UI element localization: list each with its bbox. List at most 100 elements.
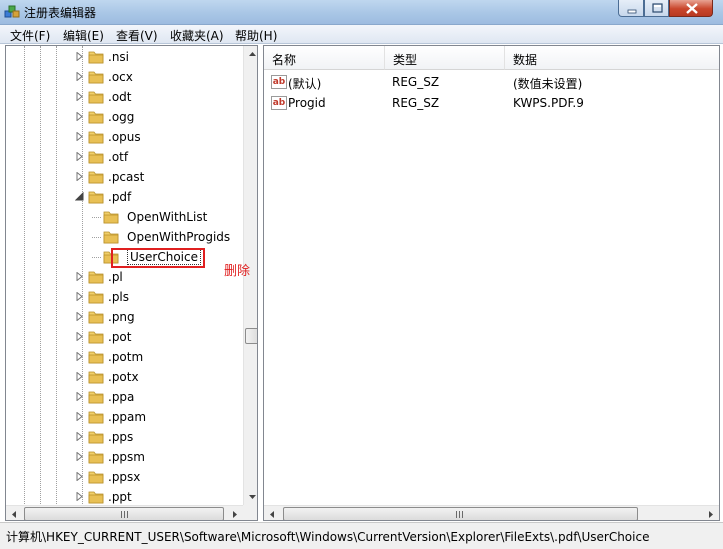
scroll-right-button[interactable] — [702, 506, 719, 520]
expand-arrow-icon[interactable] — [75, 52, 84, 61]
value-type: REG_SZ — [392, 75, 440, 89]
tree-hscroll-thumb[interactable] — [24, 507, 224, 520]
tree-item[interactable]: .opus — [6, 127, 244, 147]
expand-arrow-icon[interactable] — [75, 412, 84, 421]
tree-item[interactable]: .otf — [6, 147, 244, 167]
title-bar: 注册表编辑器 — [0, 0, 723, 25]
scroll-down-button[interactable] — [244, 488, 257, 505]
folder-icon — [88, 111, 104, 124]
status-bar: 计算机\HKEY_CURRENT_USER\Software\Microsoft… — [0, 522, 723, 549]
expand-arrow-icon[interactable] — [75, 432, 84, 441]
tree-scroll-thumb[interactable] — [245, 328, 257, 344]
menu-favorites[interactable]: 收藏夹(A) — [170, 27, 224, 44]
tree-item[interactable]: .ogg — [6, 107, 244, 127]
tree-item-label: .pl — [108, 270, 123, 284]
folder-icon — [88, 491, 104, 504]
tree-item-label: .otf — [108, 150, 129, 164]
tree-item-label: .ogg — [108, 110, 135, 124]
menu-help[interactable]: 帮助(H) — [235, 27, 277, 44]
tree-item[interactable]: OpenWithProgids — [6, 227, 244, 247]
tree-item[interactable]: OpenWithList — [6, 207, 244, 227]
expand-arrow-icon[interactable] — [75, 92, 84, 101]
menu-file[interactable]: 文件(F) — [10, 27, 50, 44]
tree-item[interactable]: .pps — [6, 427, 244, 447]
string-value-icon: ab — [271, 96, 287, 110]
tree-horizontal-scrollbar[interactable] — [6, 505, 243, 520]
expand-arrow-icon[interactable] — [75, 372, 84, 381]
registry-editor-app-icon — [4, 5, 20, 18]
scroll-left-button[interactable] — [264, 506, 281, 520]
expand-arrow-icon[interactable] — [75, 312, 84, 321]
expand-arrow-icon[interactable] — [75, 392, 84, 401]
values-horizontal-scrollbar[interactable] — [264, 505, 719, 520]
expand-arrow-icon[interactable] — [75, 332, 84, 341]
expand-arrow-icon[interactable] — [75, 72, 84, 81]
maximize-button[interactable] — [644, 0, 669, 17]
values-hscroll-thumb[interactable] — [283, 507, 638, 520]
menu-edit[interactable]: 编辑(E) — [63, 27, 104, 44]
expand-arrow-icon[interactable] — [75, 132, 84, 141]
tree-item[interactable]: .ppsm — [6, 447, 244, 467]
expand-arrow-icon[interactable] — [75, 112, 84, 121]
tree-item[interactable]: .pot — [6, 327, 244, 347]
arrow-down-icon — [249, 495, 256, 499]
tree-item[interactable]: .nsi — [6, 47, 244, 67]
tree-item[interactable]: .ppt — [6, 487, 244, 507]
column-header-type[interactable]: 类型 — [385, 46, 505, 70]
close-button[interactable] — [669, 0, 713, 17]
expand-arrow-icon[interactable] — [75, 492, 84, 501]
delete-annotation: 删除 — [224, 264, 251, 279]
registry-tree-pane[interactable]: .nsi .ocx .odt .ogg .opus .otf .pcast .pdf OpenW… — [5, 45, 258, 521]
registry-values-pane[interactable]: 名称 类型 数据 ab (默认) REG_SZ (数值未设置) ab Progi… — [263, 45, 720, 521]
menu-view[interactable]: 查看(V) — [116, 27, 158, 44]
tree-item-label: .png — [108, 310, 135, 324]
minimize-icon — [627, 9, 637, 14]
value-name: (默认) — [288, 77, 322, 91]
tree-item[interactable]: .ppa — [6, 387, 244, 407]
value-data: (数值未设置) — [513, 77, 583, 91]
tree-item[interactable]: .pl — [6, 267, 244, 287]
tree-item[interactable]: .odt — [6, 87, 244, 107]
folder-icon — [88, 171, 104, 184]
scroll-left-button[interactable] — [6, 506, 23, 520]
string-value-icon: ab — [271, 75, 287, 89]
arrow-up-icon — [249, 52, 256, 56]
folder-icon — [88, 331, 104, 344]
expand-arrow-icon[interactable] — [75, 472, 84, 481]
tree-item[interactable]: .ppam — [6, 407, 244, 427]
tree-item[interactable]: .ppsx — [6, 467, 244, 487]
expand-arrow-icon[interactable] — [75, 172, 84, 181]
arrow-left-icon — [12, 511, 16, 518]
tree-item-label: .pdf — [108, 190, 132, 204]
collapse-arrow-icon[interactable] — [75, 192, 84, 201]
menu-bar: 文件(F) 编辑(E) 查看(V) 收藏夹(A) 帮助(H) — [0, 25, 723, 44]
tree-item[interactable]: .ocx — [6, 67, 244, 87]
folder-icon — [88, 371, 104, 384]
scroll-right-button[interactable] — [226, 506, 243, 520]
expand-arrow-icon[interactable] — [75, 152, 84, 161]
tree-item[interactable]: .pls — [6, 287, 244, 307]
tree-item-label: .ppa — [108, 390, 135, 404]
value-type: REG_SZ — [392, 96, 440, 110]
tree-item[interactable]: .potx — [6, 367, 244, 387]
expand-arrow-icon[interactable] — [75, 352, 84, 361]
tree-item[interactable]: .pdf — [6, 187, 244, 207]
folder-icon — [88, 291, 104, 304]
close-icon — [686, 3, 698, 14]
arrow-right-icon — [709, 511, 713, 518]
folder-icon — [88, 191, 104, 204]
column-header-name[interactable]: 名称 — [264, 46, 385, 70]
folder-icon — [88, 271, 104, 284]
expand-arrow-icon[interactable] — [75, 292, 84, 301]
tree-item[interactable]: .potm — [6, 347, 244, 367]
expand-arrow-icon[interactable] — [75, 452, 84, 461]
tree-item[interactable]: .png — [6, 307, 244, 327]
expand-arrow-icon[interactable] — [75, 272, 84, 281]
minimize-button[interactable] — [618, 0, 644, 17]
tree-item-label: .ppam — [108, 410, 147, 424]
tree-item-label: .odt — [108, 90, 132, 104]
column-header-data[interactable]: 数据 — [505, 46, 719, 70]
tree-item-label: .pcast — [108, 170, 145, 184]
tree-item[interactable]: .pcast — [6, 167, 244, 187]
scroll-up-button[interactable] — [244, 46, 257, 63]
